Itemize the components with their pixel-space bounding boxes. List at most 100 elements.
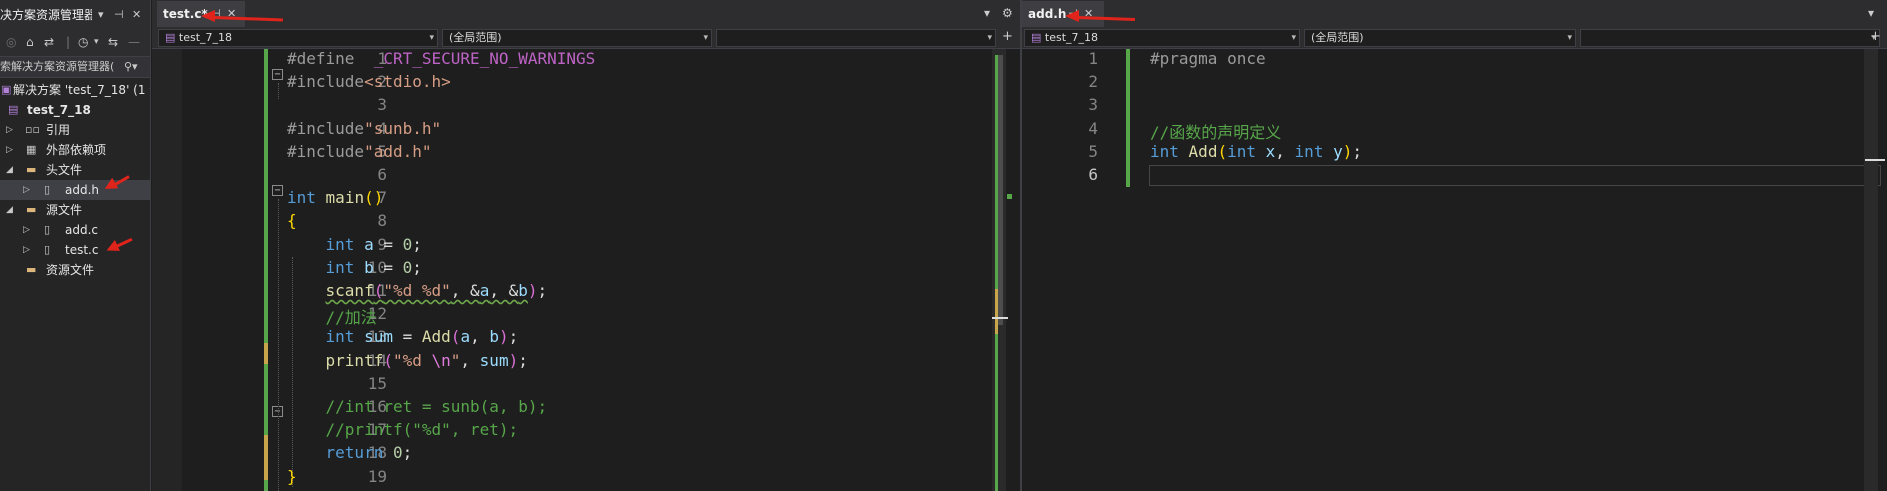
- tree-item-project[interactable]: ▤ test_7_18: [0, 100, 150, 120]
- fold-guide: [278, 83, 279, 99]
- collapse-arrow-icon[interactable]: ◢: [6, 160, 13, 180]
- code-line: #include"sunb.h": [287, 118, 442, 138]
- tree-item-test-c[interactable]: ▷ ▯ test.c: [0, 240, 150, 260]
- solution-explorer-panel: 决方案资源管理器 ▾ ⊣ ✕ ◎ ⌂ ⇄ | ◷ ▾ ⇆ — 索解决方案资源管理…: [0, 0, 151, 491]
- expand-arrow-icon[interactable]: ▷: [23, 180, 30, 200]
- chevron-down-icon[interactable]: ▾: [94, 37, 99, 47]
- overflow-icon[interactable]: ▾: [1868, 6, 1874, 20]
- vertical-scrollbar[interactable]: [1864, 49, 1878, 491]
- line-number-current: 6: [1088, 165, 1098, 184]
- code-line: {: [287, 211, 297, 231]
- solution-explorer-toolbar: ◎ ⌂ ⇄ | ◷ ▾ ⇆ —: [0, 30, 150, 56]
- expand-arrow-icon[interactable]: ▷: [6, 140, 13, 160]
- switch-views-icon[interactable]: ⇄: [44, 35, 54, 49]
- member-dropdown[interactable]: ▾: [716, 29, 996, 47]
- tree-item-resource-files[interactable]: ▬ 资源文件: [0, 260, 150, 280]
- code-line: scanf("%d %d", &a, &b);: [325, 281, 548, 300]
- line-number: 1: [1088, 49, 1098, 68]
- code-line: #include<stdio.h>: [287, 72, 451, 92]
- fold-toggle-icon[interactable]: −: [272, 69, 283, 80]
- solution-explorer-search[interactable]: 索解决方案资源管理器( ⚲▾: [0, 56, 150, 78]
- member-dropdown[interactable]: ▾: [1580, 29, 1880, 47]
- right-navigation-bar: ▤ test_7_18 ▾ (全局范围) ▾ ▾ +: [1022, 27, 1887, 49]
- solution-icon: ▣: [1, 83, 12, 96]
- code-line: int Add(int x, int y);: [1150, 141, 1363, 161]
- scope-dropdown[interactable]: (全局范围) ▾: [1304, 29, 1576, 47]
- project-dropdown[interactable]: ▤ test_7_18 ▾: [158, 29, 438, 47]
- code-line: //int ret = sunb(a, b);: [325, 397, 548, 416]
- expand-arrow-icon[interactable]: ▷: [23, 220, 30, 240]
- annotation-arrowhead: [201, 10, 215, 22]
- solution-explorer-title-bar: 决方案资源管理器 ▾ ⊣ ✕: [0, 0, 150, 30]
- tree-item-add-c[interactable]: ▷ ▯ add.c: [0, 220, 150, 240]
- project-icon: ▤: [8, 103, 19, 116]
- line-number: 4: [1088, 118, 1098, 138]
- header-file-icon: ▯: [44, 183, 51, 196]
- back-icon[interactable]: ◎: [6, 35, 16, 49]
- expand-arrow-icon[interactable]: ▷: [6, 120, 13, 140]
- code-line: //加法: [325, 308, 377, 328]
- tree-item-add-h[interactable]: ▷ ▯ add.h: [0, 180, 150, 200]
- collapse-arrow-icon[interactable]: ◢: [6, 200, 13, 220]
- close-icon[interactable]: ✕: [132, 0, 141, 30]
- chevron-down-icon: ▾: [1291, 33, 1296, 43]
- close-icon[interactable]: ✕: [1084, 1, 1093, 27]
- tree-item-solution[interactable]: ▣ 解决方案 'test_7_18' (1 个: [0, 80, 150, 100]
- change-bar: [264, 49, 268, 491]
- code-line: int b = 0;: [325, 257, 422, 277]
- code-line: }: [287, 466, 297, 486]
- expand-arrow-icon[interactable]: ▷: [23, 240, 30, 260]
- home-icon[interactable]: ⌂: [26, 35, 34, 49]
- project-icon: ▤: [1031, 31, 1045, 44]
- tree-item-source-files[interactable]: ◢ ▬ 源文件: [0, 200, 150, 220]
- tree-item-external-deps[interactable]: ▷ ▦ 外部依赖项: [0, 140, 150, 160]
- line-number: 6: [377, 165, 387, 184]
- history-icon[interactable]: ◷: [78, 35, 88, 49]
- line-number: 2: [1088, 72, 1098, 92]
- tree-item-references[interactable]: ▷ ▫▫ 引用: [0, 120, 150, 140]
- current-line-highlight: [1149, 165, 1881, 186]
- scroll-caret-marker: [992, 317, 1008, 319]
- line-number: 15: [367, 373, 387, 393]
- collapse-icon[interactable]: —: [128, 35, 140, 49]
- overflow-icon[interactable]: ▾: [984, 6, 990, 20]
- annotation-arrowhead: [1065, 10, 1079, 22]
- pin-icon[interactable]: ⊣: [114, 0, 124, 30]
- references-icon: ▫▫: [25, 123, 40, 136]
- change-bar-unsaved: [264, 343, 268, 364]
- code-line: int a = 0;: [325, 234, 422, 254]
- line-number: 3: [377, 95, 387, 115]
- chevron-down-icon: ▾: [987, 33, 992, 43]
- left-code-editor[interactable]: 1 2 3 4 5 6 7 8 9 10 11 12 13 14 15 16 1…: [152, 49, 1020, 491]
- code-line: #define _CRT_SECURE_NO_WARNINGS: [287, 49, 596, 68]
- split-icon[interactable]: +: [1870, 29, 1881, 44]
- dropdown-icon[interactable]: ▾: [98, 0, 104, 30]
- scroll-caret-marker: [1865, 159, 1885, 161]
- search-icon[interactable]: ⚲▾: [124, 57, 138, 77]
- tab-add-h[interactable]: add.h ⊣ ✕: [1022, 1, 1104, 27]
- right-code-editor[interactable]: 1 2 3 4 5 6 #pragma once //函数的声明定义 int A…: [1022, 49, 1887, 491]
- split-icon[interactable]: +: [1002, 29, 1013, 44]
- folder-icon: ▬: [26, 263, 37, 276]
- chevron-down-icon: ▾: [1567, 33, 1572, 43]
- line-number: 3: [1088, 95, 1098, 115]
- left-tab-strip: test.c* ⊣ ✕ ▾ ⚙: [152, 0, 1020, 27]
- external-deps-icon: ▦: [26, 143, 37, 156]
- source-file-icon: ▯: [44, 243, 51, 256]
- scroll-change-marker: [995, 289, 998, 334]
- scope-dropdown[interactable]: (全局范围) ▾: [442, 29, 712, 47]
- fold-guide: [278, 199, 279, 491]
- search-input[interactable]: 索解决方案资源管理器(: [0, 57, 120, 77]
- change-bar: [1126, 49, 1130, 187]
- line-number: 19: [367, 466, 387, 486]
- tab-label: add.h: [1028, 7, 1067, 21]
- code-line: //printf("%d", ret);: [325, 420, 519, 440]
- gear-icon[interactable]: ⚙: [1002, 6, 1013, 20]
- sync-icon[interactable]: ⇆: [108, 35, 118, 49]
- close-icon[interactable]: ✕: [227, 1, 236, 27]
- line-number: 8: [377, 211, 387, 231]
- code-line: return 0;: [325, 443, 413, 463]
- line-number: 5: [1088, 141, 1098, 161]
- fold-toggle-icon[interactable]: −: [272, 185, 283, 196]
- project-dropdown[interactable]: ▤ test_7_18 ▾: [1024, 29, 1300, 47]
